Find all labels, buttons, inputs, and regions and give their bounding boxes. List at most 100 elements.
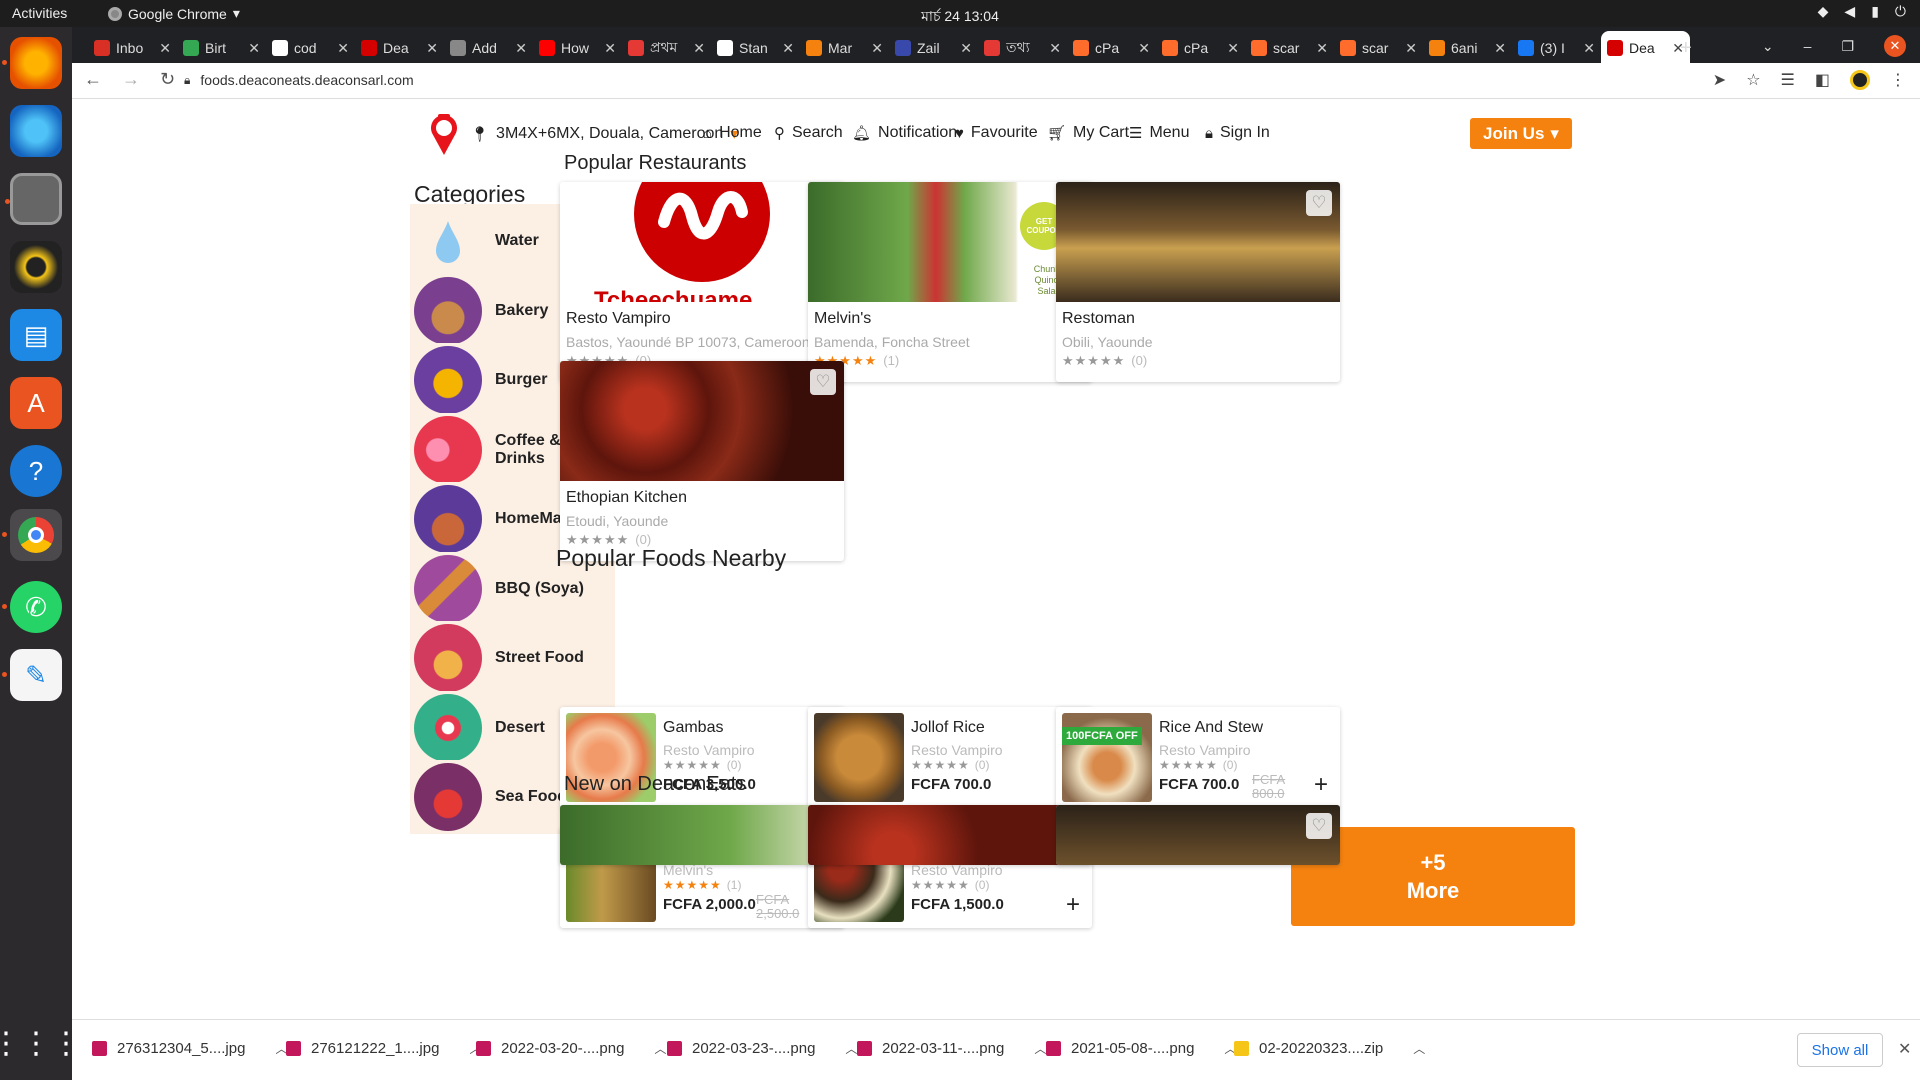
tab-close-icon[interactable]: ✕ xyxy=(1494,40,1506,57)
download-item[interactable]: 2022-03-20-....png ︿ xyxy=(476,1040,666,1057)
help-icon[interactable]: ? xyxy=(10,445,62,497)
firefox-icon[interactable] xyxy=(2,37,62,89)
deaconeats-logo[interactable] xyxy=(427,111,461,157)
nav-search[interactable]: ⚲ Search xyxy=(774,124,843,142)
new-restaurant-card[interactable]: ♡ xyxy=(560,805,844,865)
restaurant-card[interactable]: GET COUPONChunky Quinoa Salad♡Melvin'sBa… xyxy=(808,182,1092,382)
browser-tab[interactable]: প্রথম ✕ xyxy=(622,31,711,65)
tab-close-icon[interactable]: ✕ xyxy=(515,40,527,57)
download-item[interactable]: 276312304_5....jpg ︿ xyxy=(92,1040,287,1057)
restaurant-card[interactable]: Tcheechuame♡Resto VampiroBastos, Yaoundé… xyxy=(560,182,844,382)
browser-tab[interactable]: Dea ✕ xyxy=(1601,31,1690,65)
browser-tab[interactable]: (3) I ✕ xyxy=(1512,31,1601,65)
chevron-up-icon[interactable]: ︿ xyxy=(1413,1040,1425,1057)
activities-button[interactable]: Activities xyxy=(12,5,67,21)
minimize-button[interactable]: – xyxy=(1804,38,1812,54)
new-restaurant-card[interactable]: ♡ xyxy=(1056,805,1340,865)
browser-tab[interactable]: তথ্য ✕ xyxy=(978,31,1067,65)
browser-tab[interactable]: Add ✕ xyxy=(444,31,533,65)
clock[interactable]: মার্চ 24 13:04 xyxy=(0,5,1920,29)
browser-tab[interactable]: cPa ✕ xyxy=(1067,31,1156,65)
rhythmbox-icon[interactable] xyxy=(10,241,62,293)
app-grid-icon[interactable]: ⋮⋮⋮ xyxy=(0,1017,81,1069)
new-tab-button[interactable]: + xyxy=(1680,37,1692,60)
download-item[interactable]: 2021-05-08-....png ︿ xyxy=(1046,1040,1236,1057)
location-selector[interactable]: 📍︎ 3M4X+6MX, Douala, Cameroon ▾ xyxy=(470,124,738,144)
browser-tab[interactable]: cod ✕ xyxy=(266,31,355,65)
download-item[interactable]: 02-20220323....zip ︿ xyxy=(1234,1040,1425,1057)
writer-icon[interactable]: ▤ xyxy=(10,309,62,361)
favourite-heart-icon[interactable]: ♡ xyxy=(810,369,836,395)
forward-button[interactable]: → xyxy=(122,69,140,90)
join-us-button[interactable]: Join Us ▾ xyxy=(1470,118,1572,149)
tab-search-icon[interactable]: ⌄ xyxy=(1762,38,1774,55)
chevron-up-icon[interactable]: ︿ xyxy=(845,1040,857,1057)
tab-close-icon[interactable]: ✕ xyxy=(1405,40,1417,57)
omnibox[interactable]: 🔒︎ foods.deaconeats.deaconsarl.com xyxy=(184,72,414,88)
favourite-heart-icon[interactable]: ♡ xyxy=(1306,813,1332,839)
tab-close-icon[interactable]: ✕ xyxy=(1227,40,1239,57)
browser-tab[interactable]: Stan ✕ xyxy=(711,31,800,65)
download-item[interactable]: 276121222_1....jpg︿ xyxy=(286,1040,481,1057)
chevron-up-icon[interactable]: ︿ xyxy=(654,1040,666,1057)
add-to-cart-icon[interactable]: + xyxy=(1066,891,1080,919)
nav-favourite[interactable]: ♥ Favourite xyxy=(955,124,1038,142)
nav-home[interactable]: ⌂ Home xyxy=(703,124,762,142)
whatsapp-icon[interactable]: ✆ xyxy=(2,581,62,633)
close-window-button[interactable]: ✕ xyxy=(1884,35,1906,57)
tab-close-icon[interactable]: ✕ xyxy=(782,40,794,57)
reload-button[interactable]: ↻ xyxy=(160,69,175,90)
send-icon[interactable]: ➤ xyxy=(1713,70,1726,90)
nav-cart[interactable]: 🛒︎ My Cart xyxy=(1047,124,1129,142)
app-menu[interactable]: Google Chrome ▾ xyxy=(108,5,240,22)
bookmark-star-icon[interactable]: ☆ xyxy=(1746,70,1760,90)
side-panel-icon[interactable]: ◧ xyxy=(1815,70,1830,90)
restore-button[interactable]: ❐ xyxy=(1841,38,1854,55)
browser-tab[interactable]: cPa ✕ xyxy=(1156,31,1245,65)
browser-tab[interactable]: Mar ✕ xyxy=(800,31,889,65)
browser-tab[interactable]: Dea ✕ xyxy=(355,31,444,65)
software-icon[interactable]: A xyxy=(10,377,62,429)
favourite-heart-icon[interactable]: ♡ xyxy=(1306,190,1332,216)
system-tray[interactable]: ◆ ◀ ▮ ⏻ xyxy=(1818,3,1906,20)
food-card[interactable]: 100FCFA OFF Rice And Stew Resto Vampiro ★★★… xyxy=(1056,707,1340,808)
tab-close-icon[interactable]: ✕ xyxy=(1049,40,1061,57)
chevron-up-icon[interactable]: ︿ xyxy=(1034,1040,1046,1057)
category-item[interactable]: Street Food xyxy=(410,621,615,695)
browser-tab[interactable]: Inbo ✕ xyxy=(88,31,177,65)
text-editor-icon[interactable]: ✎ xyxy=(2,649,62,701)
chrome-menu-icon[interactable]: ⋮ xyxy=(1890,70,1906,90)
close-downloads-icon[interactable]: ✕ xyxy=(1898,1039,1911,1059)
add-to-cart-icon[interactable]: + xyxy=(1314,771,1328,799)
browser-tab[interactable]: 6ani ✕ xyxy=(1423,31,1512,65)
nav-notification[interactable]: 🔔︎ Notification xyxy=(852,124,957,142)
nav-signin[interactable]: 🔒︎ Sign In xyxy=(1205,124,1270,142)
tab-close-icon[interactable]: ✕ xyxy=(1138,40,1150,57)
reading-list-icon[interactable]: ☰ xyxy=(1781,70,1795,90)
browser-tab[interactable]: scar ✕ xyxy=(1334,31,1423,65)
thunderbird-icon[interactable] xyxy=(10,105,62,157)
tab-close-icon[interactable]: ✕ xyxy=(1583,40,1595,57)
back-button[interactable]: ← xyxy=(84,69,102,90)
tab-close-icon[interactable]: ✕ xyxy=(426,40,438,57)
browser-tab[interactable]: Zail ✕ xyxy=(889,31,978,65)
tab-close-icon[interactable]: ✕ xyxy=(159,40,171,57)
show-all-downloads-button[interactable]: Show all xyxy=(1797,1033,1883,1067)
chrome-dock-icon[interactable] xyxy=(2,509,62,561)
profile-avatar[interactable] xyxy=(1850,70,1870,90)
download-item[interactable]: 2022-03-23-....png ︿ xyxy=(667,1040,857,1057)
restaurant-card[interactable]: ♡ Ethopian Kitchen Etoudi, Yaounde ★★★★★ (0) xyxy=(560,361,844,561)
tab-close-icon[interactable]: ✕ xyxy=(248,40,260,57)
tab-close-icon[interactable]: ✕ xyxy=(604,40,616,57)
browser-tab[interactable]: How ✕ xyxy=(533,31,622,65)
download-item[interactable]: 2022-03-11-....png ︿ xyxy=(857,1040,1046,1057)
food-card[interactable]: Jollof Rice Resto Vampiro ★★★★★ (0) FCFA 700… xyxy=(808,707,1092,808)
nav-menu[interactable]: ☰ Menu xyxy=(1129,124,1189,142)
tab-close-icon[interactable]: ✕ xyxy=(960,40,972,57)
browser-tab[interactable]: Birt ✕ xyxy=(177,31,266,65)
files-icon[interactable] xyxy=(5,173,62,225)
tab-close-icon[interactable]: ✕ xyxy=(871,40,883,57)
browser-tab[interactable]: scar ✕ xyxy=(1245,31,1334,65)
new-restaurant-card[interactable]: ♡ xyxy=(808,805,1092,865)
tab-close-icon[interactable]: ✕ xyxy=(1316,40,1328,57)
